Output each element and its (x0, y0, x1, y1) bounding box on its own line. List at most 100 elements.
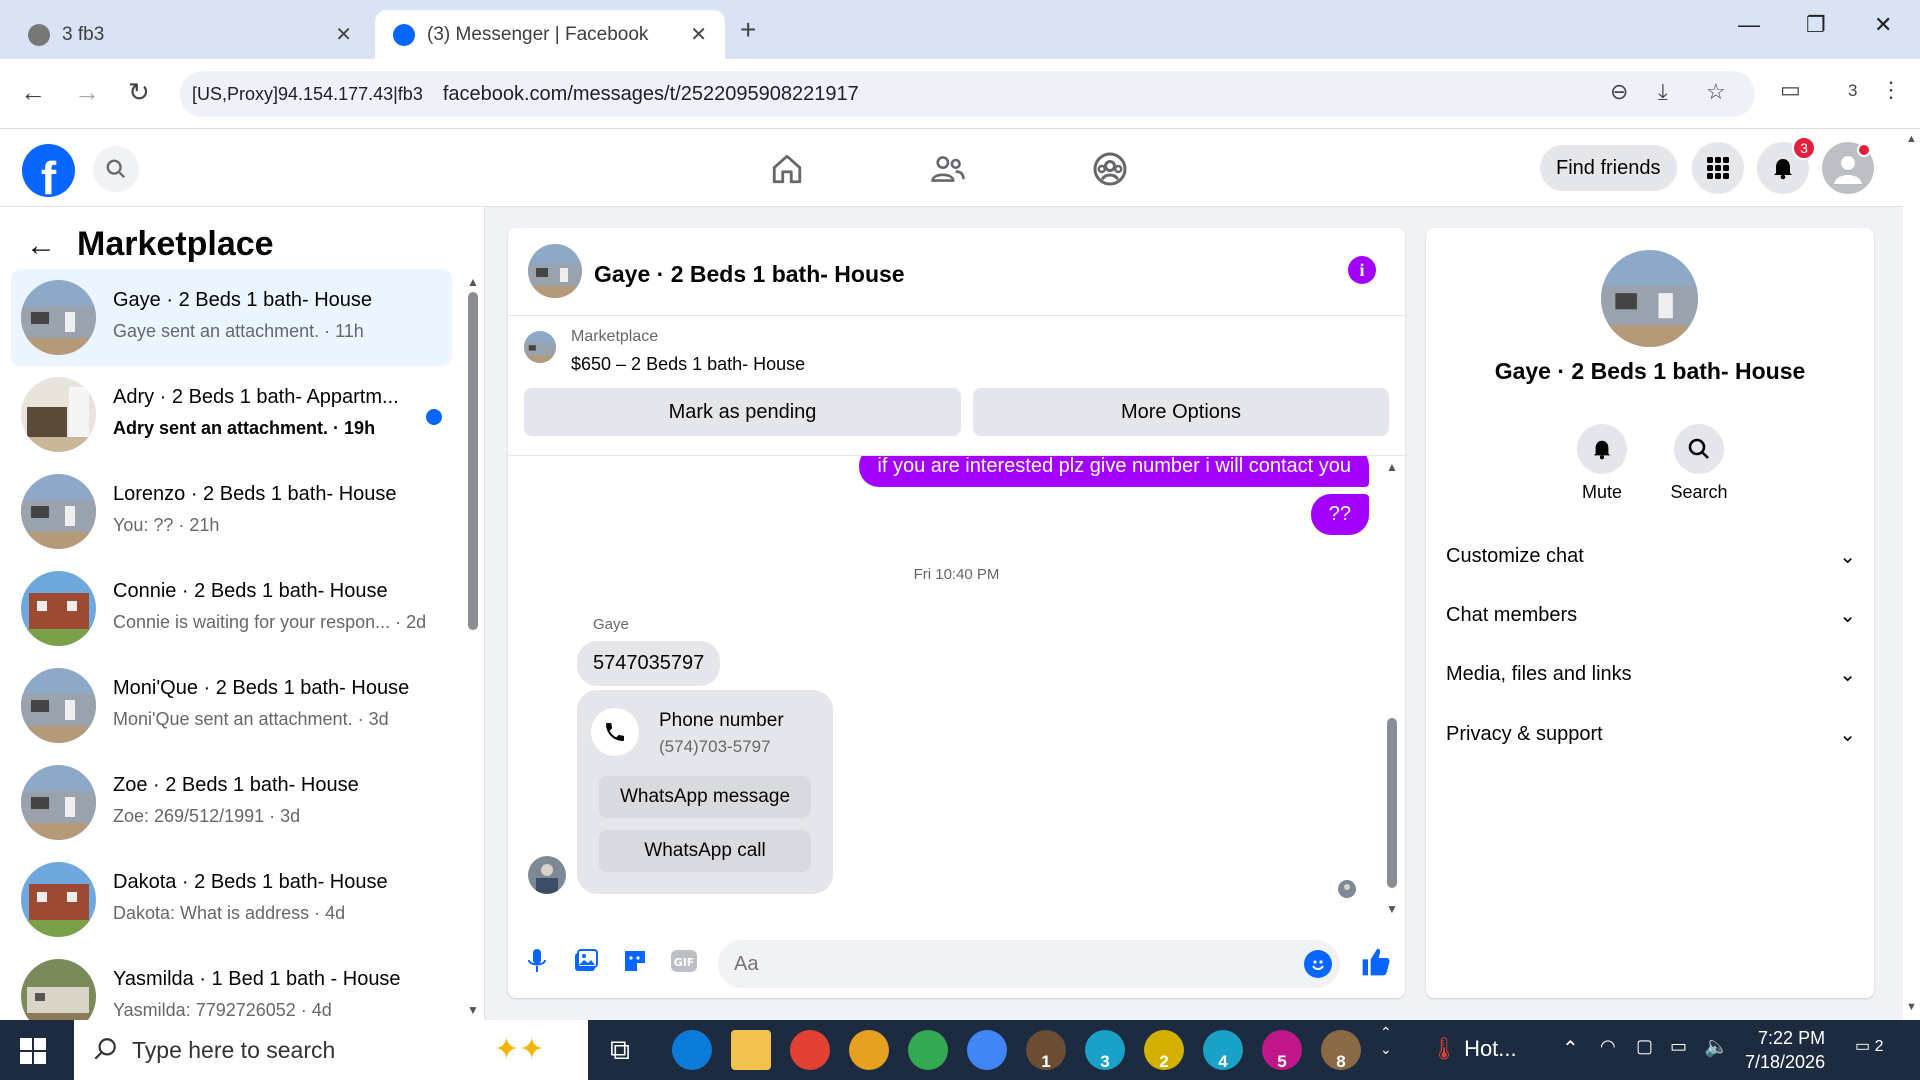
whatsapp-call-button[interactable]: WhatsApp call (599, 830, 811, 872)
bell-icon[interactable] (1577, 424, 1627, 474)
listing-title[interactable]: $650 – 2 Beds 1 bath- House (571, 354, 805, 375)
file-explorer-icon[interactable] (731, 1030, 771, 1070)
notification-center-icon[interactable]: ▭ 2 (1855, 1036, 1883, 1056)
restore-icon[interactable]: ❐ (1806, 12, 1826, 38)
minimize-icon[interactable]: — (1738, 12, 1760, 38)
outgoing-message[interactable]: if you are interested plz give number i … (859, 456, 1369, 487)
back-arrow-icon[interactable]: ← (26, 229, 56, 263)
volume-icon[interactable]: 🔈 (1704, 1034, 1729, 1059)
listing-thumbnail[interactable] (524, 331, 556, 363)
device-icon[interactable]: ▢ (1636, 1036, 1653, 1057)
battery-icon[interactable]: ▭ (1670, 1036, 1687, 1057)
chrome-icon[interactable] (790, 1030, 830, 1070)
gif-icon[interactable]: GIF (669, 946, 699, 976)
scroll-up-icon[interactable]: ▲ (1386, 460, 1398, 474)
outgoing-message[interactable]: ?? (1310, 494, 1369, 535)
sidebar-scrollbar[interactable] (468, 292, 478, 630)
scroll-up-icon[interactable]: ▲ (1906, 133, 1917, 145)
menu-grid-icon[interactable] (1692, 142, 1744, 194)
zoom-icon[interactable]: ⊖ (1610, 79, 1628, 105)
browser-profile-8-icon[interactable]: 8 (1321, 1030, 1361, 1071)
conversation-item[interactable]: Connie · 2 Beds 1 bath- House Connie is w… (11, 560, 452, 657)
conversation-name: Moni'Que · 2 Beds 1 bath- House (113, 677, 410, 699)
url-text[interactable]: facebook.com/messages/t/2522095908221917 (443, 83, 859, 106)
browser-profile-1-icon[interactable]: 1 (1026, 1030, 1066, 1071)
network-icon[interactable]: ◠ (1600, 1036, 1616, 1057)
conversation-item[interactable]: Gaye · 2 Beds 1 bath- House Gaye sent an … (11, 269, 452, 366)
photo-icon[interactable] (571, 946, 601, 976)
friends-icon[interactable] (926, 147, 970, 191)
scroll-down-icon[interactable]: ▼ (467, 1003, 479, 1017)
conversation-item[interactable]: Dakota · 2 Beds 1 bath- House Dakota: Wha… (11, 851, 452, 948)
mark-as-pending-button[interactable]: Mark as pending (524, 388, 961, 436)
search-action[interactable]: Search (1654, 424, 1744, 503)
message-input[interactable] (718, 940, 1340, 988)
microphone-icon[interactable] (522, 946, 552, 976)
profile-count[interactable]: 3 (1848, 81, 1857, 101)
tab-search-icon[interactable]: ▭ (1780, 77, 1801, 103)
find-friends-button[interactable]: Find friends (1540, 145, 1677, 191)
weather-widget[interactable]: 🌡 Hot... (1430, 1036, 1517, 1062)
browser-profile-2-icon[interactable]: 2 (1144, 1030, 1184, 1071)
conversation-item[interactable]: Moni'Que · 2 Beds 1 bath- House Moni'Que … (11, 657, 452, 754)
browser-profile-5-icon[interactable]: 5 (1262, 1030, 1302, 1071)
thumbs-up-icon[interactable] (1360, 946, 1394, 980)
chat-scrollbar[interactable] (1387, 718, 1397, 888)
chat-header: Gaye · 2 Beds 1 bath- House i (508, 228, 1405, 316)
emoji-icon[interactable] (1304, 950, 1332, 978)
scroll-up-icon[interactable]: ▲ (467, 275, 479, 289)
close-icon[interactable]: ✕ (690, 22, 707, 47)
page-scrollbar[interactable]: ▲ ▼ (1903, 129, 1920, 1020)
new-tab-button[interactable]: + (740, 14, 756, 46)
privacy-support-row[interactable]: Privacy & support ⌄ (1446, 714, 1856, 754)
install-icon[interactable]: ⤓ (1658, 79, 1668, 105)
incoming-message[interactable]: 5747035797 (577, 641, 721, 686)
whatsapp-message-button[interactable]: WhatsApp message (599, 776, 811, 818)
app-ix-icon[interactable] (849, 1030, 889, 1070)
forward-icon[interactable]: → (74, 77, 100, 108)
menu-dots-icon[interactable]: ⋮ (1880, 77, 1902, 103)
conversation-item[interactable]: Lorenzo · 2 Beds 1 bath- House You: ?? · … (11, 463, 452, 560)
close-icon[interactable]: ✕ (335, 22, 352, 47)
conversation-item[interactable]: Zoe · 2 Beds 1 bath- House Zoe: 269/512/1… (11, 754, 452, 851)
more-options-button[interactable]: More Options (973, 388, 1389, 436)
chat-avatar[interactable] (528, 244, 582, 298)
back-icon[interactable]: ← (20, 77, 46, 108)
profile-avatar[interactable] (1601, 250, 1698, 347)
close-window-icon[interactable]: ✕ (1874, 12, 1892, 38)
conversation-item[interactable]: Adry · 2 Beds 1 bath- Appartm... Adry sen… (11, 366, 452, 463)
scroll-down-icon[interactable]: ▼ (1386, 902, 1398, 916)
task-view-icon[interactable]: ⧉ (610, 1034, 630, 1067)
info-icon[interactable]: i (1348, 256, 1376, 284)
media-files-links-row[interactable]: Media, files and links ⌄ (1446, 654, 1856, 694)
browser-profile-4-icon[interactable]: 4 (1203, 1030, 1243, 1071)
system-clock[interactable]: 7:22 PM 7/18/2026 (1745, 1026, 1825, 1074)
conversation-item[interactable]: Yasmilda · 1 Bed 1 bath - House Yasmilda:… (11, 948, 452, 1020)
tray-chevron-icon[interactable]: ⌃ (1562, 1036, 1579, 1061)
home-icon[interactable] (765, 147, 809, 191)
chat-members-row[interactable]: Chat members ⌄ (1446, 595, 1856, 635)
chrome-profile-icon[interactable] (908, 1030, 948, 1070)
scroll-down-icon[interactable]: ▼ (1906, 1001, 1917, 1013)
facebook-logo[interactable]: f (22, 144, 75, 197)
tab-fb3[interactable]: 3 fb3 ✕ (10, 10, 370, 59)
search-icon[interactable] (1674, 424, 1724, 474)
edge-icon[interactable] (672, 1030, 712, 1070)
reload-icon[interactable]: ↻ (128, 77, 150, 108)
omnibox[interactable]: [US,Proxy]94.154.177.43|fb3 facebook.com… (180, 71, 1755, 117)
phone-icon (591, 708, 639, 756)
sticker-icon[interactable] (620, 946, 650, 976)
taskbar-search[interactable]: Type here to search ✦✦ (74, 1020, 588, 1080)
mute-action[interactable]: Mute (1557, 424, 1647, 503)
bookmark-star-icon[interactable]: ☆ (1706, 79, 1726, 105)
marketplace-listing-bar: Marketplace $650 – 2 Beds 1 bath- House … (508, 316, 1405, 456)
windows-start-icon[interactable] (20, 1038, 46, 1069)
customize-chat-row[interactable]: Customize chat ⌄ (1446, 536, 1856, 576)
chrome-profile-a-icon[interactable] (967, 1030, 1007, 1070)
tab-messenger[interactable]: (3) Messenger | Facebook ✕ (375, 10, 725, 59)
groups-icon[interactable] (1088, 147, 1132, 191)
sender-avatar[interactable] (528, 856, 566, 894)
browser-profile-3-icon[interactable]: 3 (1085, 1030, 1125, 1071)
taskbar-scroll-icon[interactable]: ⌃ ⌄ (1380, 1024, 1392, 1058)
search-icon[interactable] (93, 146, 139, 192)
